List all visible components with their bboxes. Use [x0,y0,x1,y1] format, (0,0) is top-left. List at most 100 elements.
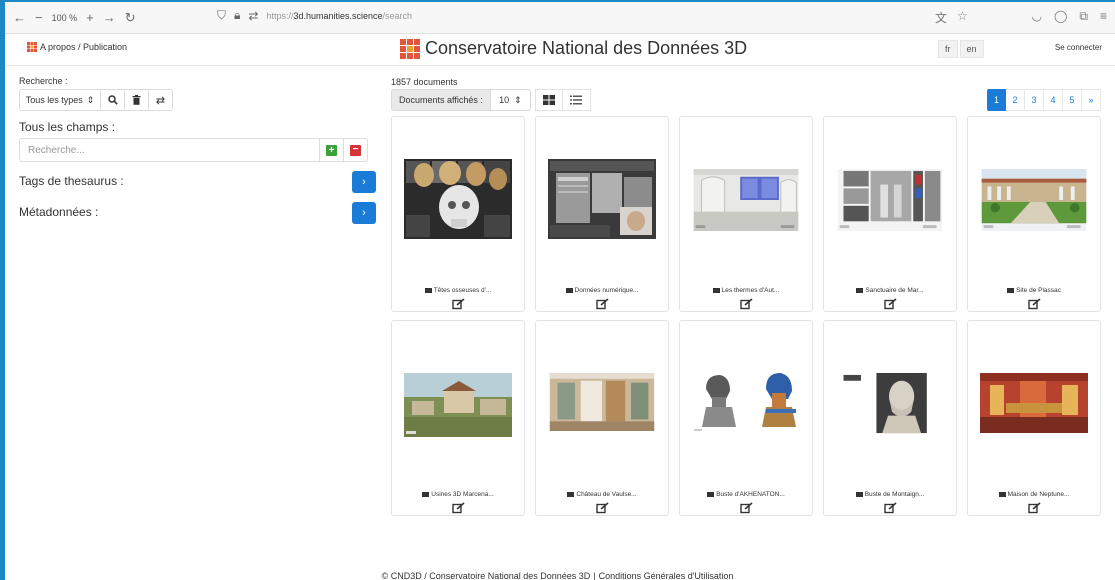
select-arrows-icon: ⇕ [86,94,95,105]
thumbnail-thermes[interactable] [692,169,800,231]
back-icon[interactable]: ← [13,10,26,25]
document-count: 1857 documents [391,77,458,87]
card-title[interactable]: Les thermes d'Aut... [680,287,812,294]
thumbnail-akhenaton[interactable] [692,369,800,433]
edit-icon[interactable] [884,298,898,310]
url-text[interactable]: https://3d.humanities.science/search [266,11,412,21]
thumbnail-docs[interactable] [548,159,656,239]
lock-icon: 🔒︎ [234,8,241,22]
edit-icon[interactable] [452,502,466,514]
type-select[interactable]: Tous les types ⇕ [19,89,101,111]
thumbnail-chateau[interactable] [548,373,656,431]
lang-en-button[interactable]: en [959,40,984,58]
thumbnail-sanctuaire[interactable] [836,169,944,231]
result-card[interactable]: Buste de Montaign... [823,320,957,516]
edit-icon[interactable] [452,298,466,310]
search-input[interactable]: Recherche... [19,138,320,162]
page-3-button[interactable]: 3 [1025,89,1044,111]
archive-icon [422,491,430,497]
grid-view-button[interactable] [534,89,563,111]
permissions-icon[interactable]: ⇄ [248,9,258,23]
edit-icon[interactable] [596,502,610,514]
search-button[interactable] [101,89,125,111]
result-card[interactable]: Données numérique... [535,116,669,312]
card-title[interactable]: Données numérique... [536,287,668,294]
search-label: Recherche : [19,76,68,86]
edit-icon[interactable] [740,298,754,310]
bookmark-star-icon[interactable]: ☆ [957,9,968,26]
next-page-button[interactable]: » [1082,89,1101,111]
result-card[interactable]: Château de Vaulse... [535,320,669,516]
remove-field-button[interactable]: − [344,138,368,162]
chevron-right-icon: › [362,176,366,188]
per-page-select[interactable]: 10 ⇕ [490,89,531,111]
page-1-button[interactable]: 1 [987,89,1006,111]
result-card[interactable]: Usines 3D Marcena... [391,320,525,516]
metadata-expand-button[interactable]: › [352,202,376,224]
archive-icon [565,287,573,293]
edit-icon[interactable] [1028,502,1042,514]
result-card[interactable]: Buste d'AKHENATON... [679,320,813,516]
thumbnail-montaigne[interactable] [836,373,944,435]
translate-icon[interactable]: 文 [935,9,947,26]
card-title[interactable]: Château de Vaulse... [536,491,668,498]
list-view-button[interactable] [562,89,591,111]
search-toolbar: Tous les types ⇕ ⇄ [19,89,377,111]
thesaurus-section: Tags de thesaurus : › [19,171,377,193]
zoom-out-icon[interactable]: − [35,10,43,25]
card-title[interactable]: Buste de Montaign... [824,491,956,498]
footer: © CND3D / Conservatoire National des Don… [381,571,734,580]
results-toolbar: Documents affichés : 10 ⇕ [391,89,591,111]
thumbnail-usines[interactable] [404,373,512,437]
result-card[interactable]: Maison de Neptune... [967,320,1101,516]
archive-icon [712,287,720,293]
metadata-label: Métadonnées : [19,205,99,219]
edit-icon[interactable] [884,502,898,514]
swap-button[interactable]: ⇄ [149,89,173,111]
clear-button[interactable] [125,89,149,111]
card-title[interactable]: Têtes osseuses d'... [392,287,524,294]
forward-icon[interactable]: → [103,10,116,25]
result-card[interactable]: Têtes osseuses d'... [391,116,525,312]
thumbnail-skulls[interactable] [404,159,512,239]
edit-icon[interactable] [596,298,610,310]
thumbnail-plassac[interactable] [980,169,1088,231]
brand[interactable]: Conservatoire National des Données 3D [400,38,747,59]
page-5-button[interactable]: 5 [1063,89,1082,111]
profile-icon[interactable]: ◯ [1054,9,1067,24]
zoom-level[interactable]: 100 % [52,13,78,23]
card-title[interactable]: Usines 3D Marcena... [392,491,524,498]
card-title[interactable]: Maison de Neptune... [968,491,1100,498]
card-title[interactable]: Buste d'AKHENATON... [680,491,812,498]
archive-icon [567,491,575,497]
plus-icon: + [326,144,337,156]
pocket-icon[interactable]: ◡ [1031,9,1041,24]
archive-icon [998,491,1006,497]
extensions-icon[interactable]: ⧉ [1079,9,1088,24]
terms-link[interactable]: Conditions Générales d'Utilisation [599,571,734,580]
card-title[interactable]: Site de Plassac [968,287,1100,294]
archive-icon [424,287,432,293]
zoom-in-icon[interactable]: + [86,10,94,25]
login-link[interactable]: Se connecter [1055,43,1102,52]
result-card[interactable]: Site de Plassac [967,116,1101,312]
result-card[interactable]: Les thermes d'Aut... [679,116,813,312]
menu-icon[interactable]: ≡ [1100,9,1107,24]
page-2-button[interactable]: 2 [1006,89,1025,111]
about-publication-link[interactable]: A propos / Publication [40,42,127,52]
card-title[interactable]: Sanctuaire de Mar... [824,287,956,294]
shield-icon: ⛉ [217,8,227,22]
edit-icon[interactable] [1028,298,1042,310]
reload-icon[interactable]: ↻ [125,10,136,26]
edit-icon[interactable] [740,502,754,514]
site-header: A propos / Publication Conservatoire Nat… [5,34,1115,66]
lang-fr-button[interactable]: fr [938,40,958,58]
archive-icon [855,491,863,497]
result-card[interactable]: Sanctuaire de Mar... [823,116,957,312]
thumbnail-neptune[interactable] [980,373,1088,433]
add-field-button[interactable]: + [320,138,344,162]
thesaurus-expand-button[interactable]: › [352,171,376,193]
trash-icon [132,95,141,105]
page-4-button[interactable]: 4 [1044,89,1063,111]
address-bar[interactable]: ⛉ 🔒︎ ⇄ https://3d.humanities.science/sea… [217,8,412,23]
